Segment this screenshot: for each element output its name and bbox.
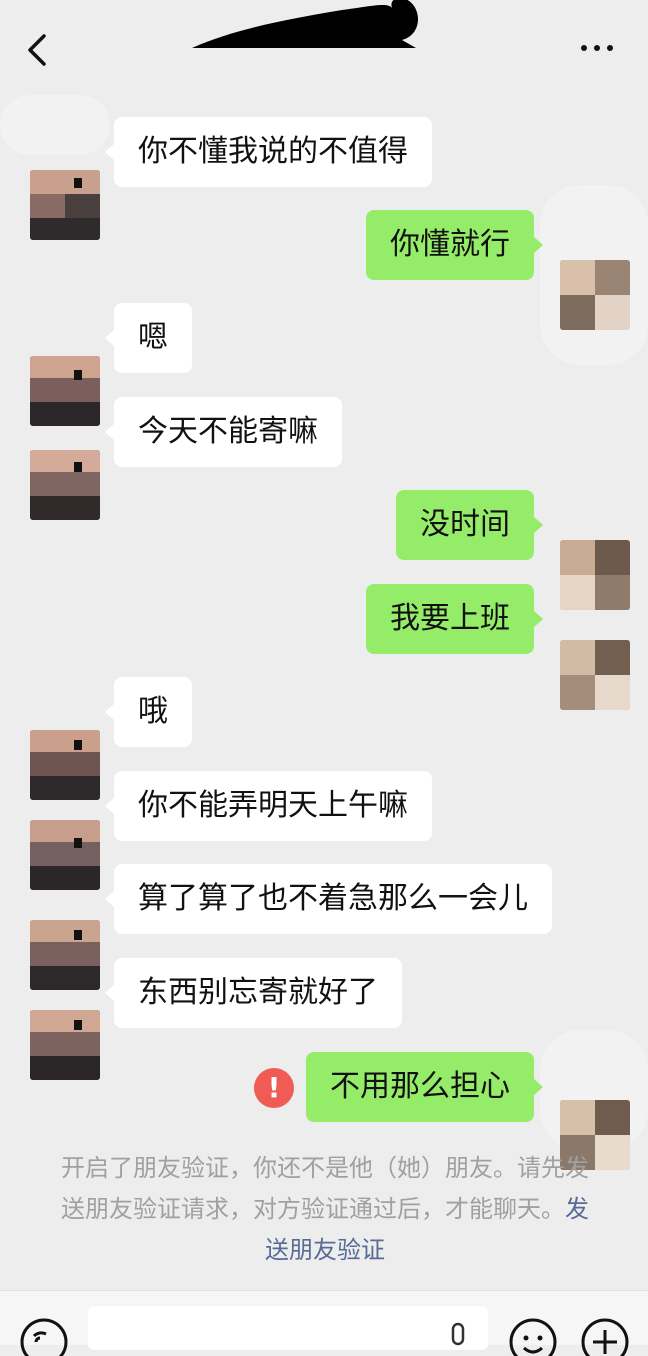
contact-avatar[interactable]: [30, 356, 100, 426]
message-bubble-incoming[interactable]: 东西别忘寄就好了: [105, 958, 402, 1028]
message-bubble-incoming[interactable]: 你不懂我说的不值得: [105, 117, 432, 187]
self-avatar[interactable]: [560, 640, 630, 710]
message-bubble-outgoing[interactable]: 我要上班: [366, 584, 543, 654]
message-bubble-incoming[interactable]: 算了算了也不着急那么一会儿: [105, 864, 552, 934]
message-bubble-incoming[interactable]: 你不能弄明天上午嘛: [105, 771, 432, 841]
contact-avatar[interactable]: [30, 820, 100, 890]
mic-icon[interactable]: [444, 1322, 472, 1348]
message-bubble-outgoing[interactable]: 不用那么担心: [306, 1052, 543, 1122]
contact-avatar[interactable]: [30, 450, 100, 520]
notice-text: 开启了朋友验证，你还不是他（她）朋友。请先发送朋友验证请求，对方验证通过后，才能…: [61, 1154, 589, 1223]
voice-icon[interactable]: [20, 1316, 68, 1356]
message-bubble-incoming[interactable]: 嗯: [105, 303, 192, 373]
back-icon[interactable]: [22, 30, 52, 70]
message-bubble-outgoing[interactable]: 你懂就行: [366, 210, 543, 280]
contact-avatar[interactable]: [30, 730, 100, 800]
message-bubble-incoming[interactable]: 哦: [105, 677, 192, 747]
more-icon[interactable]: [578, 38, 618, 58]
redacted-contact-name: [192, 0, 418, 48]
send-failed-icon[interactable]: !: [254, 1068, 294, 1108]
message-bubble-outgoing[interactable]: 没时间: [396, 490, 543, 560]
contact-avatar[interactable]: [30, 170, 100, 240]
message-input[interactable]: [88, 1306, 488, 1350]
friend-verification-notice: 开启了朋友验证，你还不是他（她）朋友。请先发送朋友验证请求，对方验证通过后，才能…: [60, 1148, 590, 1271]
blur-artifact: [0, 95, 110, 155]
self-avatar[interactable]: [560, 540, 630, 610]
emoji-icon[interactable]: [508, 1316, 558, 1356]
chat-header: [0, 0, 648, 92]
plus-icon[interactable]: [580, 1316, 630, 1356]
message-bubble-incoming[interactable]: 今天不能寄嘛: [105, 397, 342, 467]
contact-avatar[interactable]: [30, 920, 100, 990]
contact-avatar[interactable]: [30, 1010, 100, 1080]
self-avatar[interactable]: [560, 260, 630, 330]
